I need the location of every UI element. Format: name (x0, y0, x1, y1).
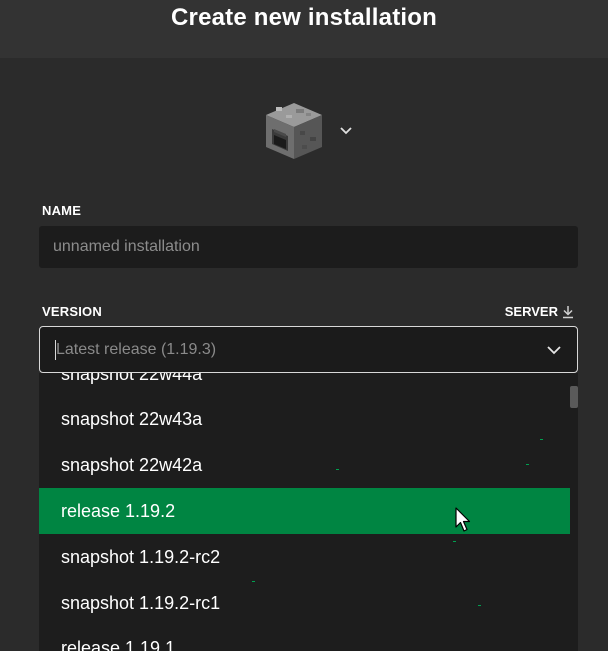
dropdown-option-label: snapshot 22w42a (61, 454, 203, 475)
dialog-header: Create new installation (0, 0, 608, 58)
dropdown-option-label: release 1.19.2 (61, 500, 176, 521)
dropdown-option[interactable]: snapshot 22w42a (39, 442, 570, 488)
server-link-label: SERVER (504, 304, 558, 319)
dropdown-option[interactable]: snapshot 1.19.2-rc1 (39, 580, 570, 626)
installation-icon-picker[interactable] (262, 96, 362, 166)
dropdown-option-label: release 1.19.1 (61, 637, 176, 651)
chevron-down-icon[interactable] (338, 123, 354, 139)
dropdown-option-label: snapshot 22w44a (61, 373, 203, 384)
render-artifact (526, 464, 529, 465)
render-artifact (453, 541, 456, 542)
dropdown-option-selected[interactable]: release 1.19.2 (39, 488, 570, 534)
dropdown-option[interactable]: release 1.19.1 (39, 625, 570, 651)
render-artifact (336, 469, 339, 470)
download-icon (563, 305, 573, 318)
version-select[interactable]: Latest release (1.19.3) (39, 326, 578, 373)
dropdown-option-label: snapshot 22w43a (61, 408, 203, 429)
version-dropdown-list[interactable]: snapshot 22w44a snapshot 22w43a snapshot… (39, 373, 578, 651)
version-select-placeholder: Latest release (1.19.3) (56, 340, 217, 358)
chevron-down-icon[interactable] (545, 341, 563, 359)
name-label: NAME (42, 203, 82, 218)
render-artifact (540, 439, 543, 440)
render-artifact (478, 605, 481, 606)
server-download-link[interactable]: SERVER (505, 304, 574, 319)
dropdown-option[interactable]: snapshot 22w43a (39, 396, 570, 442)
dropdown-scrollbar[interactable] (570, 373, 578, 651)
version-label: VERSION (42, 304, 102, 319)
installation-name-input[interactable] (39, 226, 578, 268)
dialog-title: Create new installation (171, 4, 437, 31)
version-select-value: Latest release (1.19.3) (55, 339, 217, 360)
dropdown-option-label: snapshot 1.19.2-rc1 (61, 592, 221, 613)
render-artifact (252, 581, 255, 582)
text-cursor (55, 339, 56, 360)
furnace-icon (266, 103, 322, 159)
dropdown-scrollbar-thumb[interactable] (570, 386, 578, 408)
dropdown-option-label: snapshot 1.19.2-rc2 (61, 546, 221, 567)
dropdown-option[interactable]: snapshot 1.19.2-rc2 (39, 534, 570, 580)
create-installation-dialog: Create new installation NAME VERSION SER… (0, 0, 608, 651)
dropdown-option[interactable]: snapshot 22w44a (39, 373, 570, 397)
